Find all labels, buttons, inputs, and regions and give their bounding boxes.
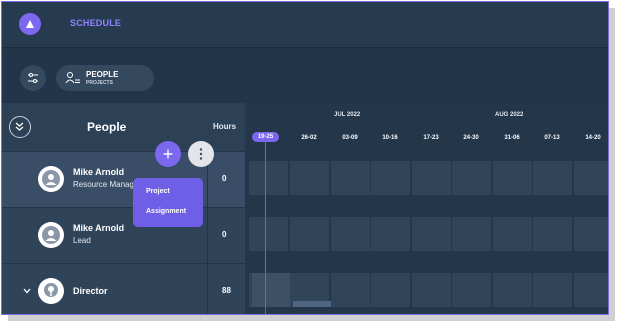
person-role: Resource Manager (73, 180, 135, 189)
user-icon (42, 170, 60, 188)
role-row[interactable]: Director 88 (2, 263, 245, 314)
sliders-icon (28, 73, 38, 83)
role-hours: 88 (222, 286, 231, 295)
week-label[interactable]: 31-06 (492, 135, 532, 141)
filter-button[interactable] (20, 65, 46, 91)
week-label[interactable]: 24-30 (451, 135, 491, 141)
person-row[interactable]: Mike Arnold Lead 0 (2, 207, 245, 263)
collapse-all-button[interactable] (9, 116, 31, 138)
app-window: SCHEDULE PEOPLE PROJECTS People Hours Mi… (1, 1, 609, 315)
add-menu-item-project[interactable]: Project (146, 188, 170, 195)
timeline-lane[interactable] (249, 217, 608, 251)
view-toggle-people-projects[interactable]: PEOPLE PROJECTS (56, 65, 154, 91)
avatar[interactable] (38, 166, 64, 192)
people-title: People (87, 120, 127, 134)
chevron-down-icon[interactable] (23, 288, 31, 294)
add-button[interactable] (155, 141, 181, 167)
toolbar: PEOPLE PROJECTS (2, 49, 608, 103)
more-options-button[interactable] (188, 141, 214, 167)
timeline-lane[interactable] (249, 273, 608, 307)
plus-icon (163, 149, 173, 159)
avatar[interactable] (38, 222, 64, 248)
person-role: Lead (73, 236, 91, 245)
add-menu: Project Assignment (133, 178, 203, 227)
person-hours: 0 (222, 174, 227, 183)
week-label[interactable]: 07-13 (532, 135, 572, 141)
week-label[interactable]: 03-09 (330, 135, 370, 141)
person-list-icon (65, 72, 80, 84)
week-current[interactable]: 19-25 (252, 132, 279, 142)
week-label[interactable]: 26-02 (289, 135, 329, 141)
person-name[interactable]: Mike Arnold (73, 167, 124, 177)
allocation-block[interactable] (252, 273, 290, 307)
add-menu-item-assignment[interactable]: Assignment (146, 208, 186, 215)
timeline-lane[interactable] (249, 161, 608, 195)
role-pin-icon (38, 278, 64, 304)
week-label[interactable]: 10-16 (370, 135, 410, 141)
people-panel: People Hours Mike Arnold Resource Manage… (2, 103, 245, 314)
view-toggle-primary: PEOPLE (86, 70, 119, 79)
person-name[interactable]: Mike Arnold (73, 223, 124, 233)
kebab-icon (199, 148, 203, 160)
role-name[interactable]: Director (73, 286, 108, 296)
chevron-double-down-icon (15, 122, 24, 131)
today-marker (265, 142, 266, 314)
timeline: JUL 2022 AUG 2022 19-25 26-02 03-09 10-1… (246, 103, 608, 314)
week-label[interactable]: 14-20 (573, 135, 608, 141)
week-label[interactable]: 17-23 (411, 135, 451, 141)
nav-schedule[interactable]: SCHEDULE (70, 18, 121, 28)
allocation-bar[interactable] (293, 301, 331, 307)
top-bar: SCHEDULE (2, 2, 608, 48)
user-icon (42, 226, 60, 244)
person-hours: 0 (222, 230, 227, 239)
hours-header: Hours (213, 122, 237, 131)
view-toggle-secondary: PROJECTS (86, 80, 113, 86)
app-logo-icon[interactable] (19, 13, 41, 35)
month-label: JUL 2022 (334, 112, 361, 118)
month-label: AUG 2022 (495, 112, 524, 118)
